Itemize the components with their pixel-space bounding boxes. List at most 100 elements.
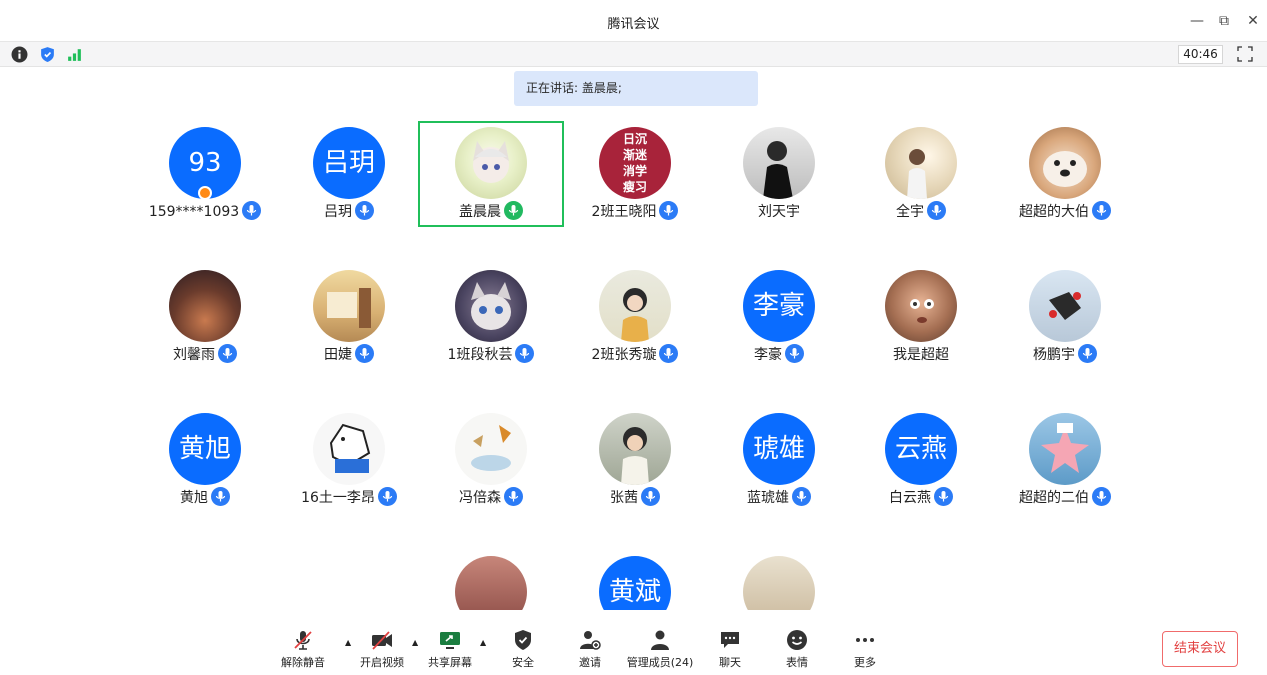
avatar <box>743 127 815 199</box>
avatar <box>169 270 241 342</box>
participant-name: 吕玥 <box>324 204 352 220</box>
participant-tile[interactable]: 全宇 <box>848 122 994 228</box>
manage-members-label: 管理成员(24) <box>626 656 694 669</box>
participant-name: 159****1093 <box>148 204 240 220</box>
participant-tile[interactable]: 李豪 李豪 <box>706 265 852 371</box>
avatar <box>455 413 527 485</box>
avatar: 云燕 <box>885 413 957 485</box>
more-label: 更多 <box>854 656 876 669</box>
members-icon <box>651 630 669 650</box>
microphone-icon <box>934 487 953 506</box>
microphone-icon <box>641 487 660 506</box>
participant-name-row: 1班段秋芸 <box>418 344 564 364</box>
participant-name: 我是超超 <box>893 347 949 363</box>
more-dots-icon <box>856 638 874 642</box>
participant-tile[interactable]: 93 159****1093 <box>132 122 278 228</box>
avatar <box>455 127 527 199</box>
microphone-icon <box>792 487 811 506</box>
participant-name: 冯倍森 <box>459 490 501 506</box>
participant-tile-speaking[interactable]: 盖晨晨 <box>418 121 564 227</box>
avatar <box>313 270 385 342</box>
participant-name: 刘馨雨 <box>173 347 215 363</box>
more-button[interactable]: 更多 <box>830 628 900 670</box>
reactions-label: 表情 <box>786 656 808 669</box>
participant-tile[interactable]: 黄旭 黄旭 <box>132 408 278 514</box>
chat-label: 聊天 <box>719 656 741 669</box>
participant-name: 全宇 <box>896 204 924 220</box>
unmute-button[interactable]: 解除静音 <box>268 628 338 670</box>
participant-name: 16土一李昂 <box>301 490 375 506</box>
active-speaker-banner: 正在讲话: 盖晨晨; <box>514 71 758 106</box>
participant-name: 田婕 <box>324 347 352 363</box>
participant-name-row: 盖晨晨 <box>420 201 562 221</box>
host-badge-icon <box>198 186 212 200</box>
microphone-icon <box>515 344 535 363</box>
participant-name-row: 蓝琥雄 <box>706 487 852 507</box>
start-video-button[interactable]: 开启视频 <box>347 628 417 670</box>
participant-tile[interactable]: 日沉 渐迷 消学 瘦习 2班王晓阳 <box>562 122 708 228</box>
participant-name: 刘天宇 <box>758 204 800 220</box>
start-video-label: 开启视频 <box>360 656 404 669</box>
video-off-icon <box>372 631 392 650</box>
participant-name-row: 刘天宇 <box>706 201 852 221</box>
participant-name: 黄旭 <box>180 490 208 506</box>
avatar <box>1029 270 1101 342</box>
smiley-icon <box>787 630 807 650</box>
participant-tile[interactable]: 16土一李昂 <box>276 408 422 514</box>
participant-tile[interactable]: 1班段秋芸 <box>418 265 564 371</box>
participant-name-row: 超超的大伯 <box>992 201 1138 221</box>
microphone-icon <box>785 344 804 363</box>
avatar <box>313 413 385 485</box>
share-screen-label: 共享屏幕 <box>428 656 472 669</box>
security-button[interactable]: 安全 <box>488 628 558 670</box>
participant-tile[interactable] <box>706 551 852 610</box>
microphone-icon <box>355 201 374 220</box>
end-meeting-button[interactable]: 结束会议 <box>1162 631 1238 667</box>
participant-name: 盖晨晨 <box>459 204 501 220</box>
participant-tile[interactable]: 超超的二伯 <box>992 408 1138 514</box>
participant-tile[interactable]: 黄斌 <box>562 551 708 610</box>
participant-tile[interactable]: 刘馨雨 <box>132 265 278 371</box>
participant-tile[interactable]: 我是超超 <box>848 265 994 371</box>
microphone-icon <box>355 344 374 363</box>
meeting-controls: 解除静音 ▲ 开启视频 ▲ 共享屏幕 ▲ 安全 邀请 管理成员(24) 聊天 表… <box>0 610 1267 675</box>
microphone-muted-icon <box>294 631 312 650</box>
participant-name: 2班王晓阳 <box>591 204 657 220</box>
share-screen-button[interactable]: 共享屏幕 <box>415 628 485 670</box>
avatar <box>1029 413 1101 485</box>
manage-members-button[interactable]: 管理成员(24) <box>620 628 700 670</box>
microphone-icon <box>659 344 679 363</box>
participant-tile[interactable]: 2班张秀璇 <box>562 265 708 371</box>
participant-tile[interactable]: 琥雄 蓝琥雄 <box>706 408 852 514</box>
participant-tile[interactable]: 杨鹏宇 <box>992 265 1138 371</box>
participant-name: 白云燕 <box>889 490 931 506</box>
reactions-button[interactable]: 表情 <box>762 628 832 670</box>
participant-name: 李豪 <box>754 347 782 363</box>
participant-tile[interactable]: 冯倍森 <box>418 408 564 514</box>
participant-tile[interactable] <box>418 551 564 610</box>
participant-name: 张茜 <box>610 490 638 506</box>
avatar: 日沉 渐迷 消学 瘦习 <box>599 127 671 199</box>
participant-name: 1班段秋芸 <box>447 347 513 363</box>
invite-label: 邀请 <box>579 656 601 669</box>
microphone-icon <box>218 344 237 363</box>
chat-button[interactable]: 聊天 <box>695 628 765 670</box>
participant-tile[interactable]: 刘天宇 <box>706 122 852 228</box>
invite-button[interactable]: 邀请 <box>555 628 625 670</box>
microphone-icon <box>242 201 262 220</box>
participant-tile[interactable]: 张茜 <box>562 408 708 514</box>
microphone-icon <box>1078 344 1097 363</box>
share-screen-icon <box>440 632 460 649</box>
participant-name-row: 田婕 <box>276 344 422 364</box>
participant-tile[interactable]: 田婕 <box>276 265 422 371</box>
participant-name: 杨鹏宇 <box>1033 347 1075 363</box>
unmute-label: 解除静音 <box>281 656 325 669</box>
participant-tile[interactable]: 吕玥 吕玥 <box>276 122 422 228</box>
participant-tile[interactable]: 云燕 白云燕 <box>848 408 994 514</box>
participant-name-row: 2班王晓阳 <box>562 201 708 221</box>
participant-name-row: 16土一李昂 <box>276 487 422 507</box>
participant-tile[interactable]: 超超的大伯 <box>992 122 1138 228</box>
participant-name-row: 黄旭 <box>132 487 278 507</box>
participant-name-row: 全宇 <box>848 201 994 221</box>
participant-name-row: 超超的二伯 <box>992 487 1138 507</box>
